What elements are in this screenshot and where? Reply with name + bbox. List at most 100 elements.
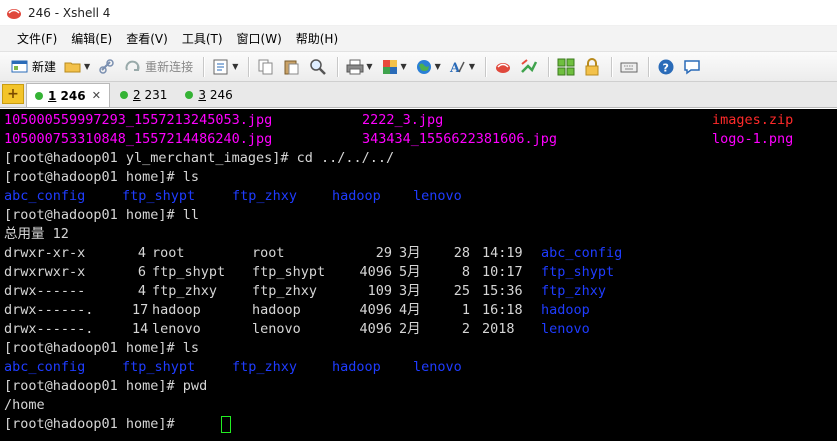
ll-group: ftp_zhxy	[252, 283, 318, 299]
menu-view[interactable]: 查看(V)	[119, 26, 175, 52]
ll-name: hadoop	[541, 302, 590, 318]
xshell-icon	[6, 5, 22, 21]
xftp-icon	[494, 58, 512, 76]
toolbar-separator	[248, 56, 250, 77]
reconnect-button[interactable]: 重新连接	[121, 55, 196, 79]
menu-edit[interactable]: 编辑(E)	[64, 26, 119, 52]
menu-file[interactable]: 文件(F)	[10, 26, 64, 52]
dir-entry: ftp_zhxy	[232, 188, 298, 204]
ll-day: 8	[461, 264, 470, 280]
help-button[interactable]: ?	[654, 55, 678, 79]
ll-user: root	[152, 245, 185, 261]
tab-session-2[interactable]: 2 231	[112, 83, 175, 107]
connected-status-icon	[120, 91, 128, 99]
terminal-line: [root@hadoop01 home]# ls	[4, 169, 200, 185]
ll-day: 25	[453, 283, 470, 299]
keyboard-button[interactable]	[617, 55, 641, 79]
print-button[interactable]: ▼	[343, 55, 375, 79]
title-bar: 246 - Xshell 4	[0, 0, 837, 26]
disconnect-button[interactable]	[95, 55, 119, 79]
tab-label: 2 231	[133, 88, 168, 102]
ll-month: 3月	[399, 283, 421, 299]
terminal-line: 105000753310848_1557214486240.jpg 343434…	[4, 130, 793, 149]
find-icon	[309, 58, 327, 76]
globe-button[interactable]: ▼	[412, 55, 444, 79]
new-session-button[interactable]: 新建	[8, 55, 59, 79]
prompt-text: [root@hadoop01 home]#	[4, 416, 183, 432]
reconnect-icon	[124, 58, 142, 76]
print-icon	[346, 58, 364, 76]
layout-button[interactable]	[554, 55, 578, 79]
ll-perm: drwxr-xr-x	[4, 245, 86, 261]
terminal-line: [root@hadoop01 home]# pwd	[4, 378, 208, 394]
font-icon: A	[449, 58, 467, 76]
compose-button[interactable]	[517, 55, 541, 79]
link-icon	[98, 58, 116, 76]
ll-size: 29	[375, 245, 392, 261]
file-entry: logo-1.png	[712, 131, 794, 147]
ll-name: ftp_shypt	[541, 264, 615, 280]
ll-name: lenovo	[541, 321, 590, 337]
close-icon[interactable]: ✕	[92, 89, 101, 102]
ll-user: ftp_shypt	[152, 264, 226, 280]
ll-group: root	[252, 245, 285, 261]
menu-tools[interactable]: 工具(T)	[175, 26, 230, 52]
help-icon: ?	[657, 58, 675, 76]
ll-user: hadoop	[152, 302, 201, 318]
ll-time: 16:18	[482, 302, 523, 318]
terminal-line: /home	[4, 397, 45, 413]
terminal-line: [root@hadoop01 home]# ls	[4, 340, 200, 356]
terminal-line: [root@hadoop01 home]# ll	[4, 207, 200, 223]
properties-icon	[212, 58, 230, 76]
chat-button[interactable]	[680, 55, 704, 79]
tab-label: 1 246	[48, 88, 86, 103]
file-entry: 105000753310848_1557214486240.jpg	[4, 131, 273, 147]
paste-button[interactable]	[280, 55, 304, 79]
paste-icon	[283, 58, 301, 76]
ll-size: 4096	[359, 264, 392, 280]
terminal-line: 105000559997293_1557213245053.jpg 2222_3…	[4, 111, 793, 130]
lock-icon	[583, 57, 601, 76]
connected-status-icon	[35, 91, 43, 100]
chevron-down-icon: ▼	[366, 62, 373, 71]
menu-window[interactable]: 窗口(W)	[230, 26, 289, 52]
toolbar: 新建 ▼ 重新连接 ▼ ▼ ▼ ▼ A ▼ ?	[0, 52, 837, 82]
terminal-line: abc_config ftp_shypt ftp_zhxy hadoop len…	[4, 187, 462, 206]
menu-bar: 文件(F) 编辑(E) 查看(V) 工具(T) 窗口(W) 帮助(H)	[0, 26, 837, 52]
tab-session-3[interactable]: 3 246	[177, 83, 240, 107]
chevron-down-icon: ▼	[434, 62, 441, 71]
lock-button[interactable]	[580, 55, 604, 79]
toolbar-separator	[547, 56, 549, 77]
ll-user: lenovo	[152, 321, 201, 337]
copy-button[interactable]	[254, 55, 278, 79]
ll-links: 4	[137, 245, 146, 261]
ll-size: 4096	[359, 302, 392, 318]
chat-icon	[683, 58, 701, 76]
connected-status-icon	[185, 91, 194, 99]
globe-icon	[415, 58, 433, 76]
font-button[interactable]: A ▼	[446, 55, 478, 79]
dir-entry: ftp_zhxy	[232, 359, 298, 375]
file-entry: 105000559997293_1557213245053.jpg	[4, 112, 273, 128]
open-button[interactable]: ▼	[61, 55, 93, 79]
ll-time: 15:36	[482, 283, 523, 299]
tab-session-1[interactable]: 1 246 ✕	[26, 83, 110, 107]
terminal-line: 总用量 12	[4, 226, 69, 242]
ll-day: 28	[453, 245, 470, 261]
menu-help[interactable]: 帮助(H)	[289, 26, 345, 52]
toolbar-separator	[337, 56, 339, 77]
transfer-button[interactable]: ▼	[378, 55, 410, 79]
find-button[interactable]	[306, 55, 330, 79]
session-tab-bar: + 1 246 ✕ 2 231 3 246	[0, 82, 837, 108]
layout-icon	[557, 58, 575, 76]
ll-group: hadoop	[252, 302, 301, 318]
add-tab-button[interactable]: +	[2, 84, 24, 104]
properties-button[interactable]: ▼	[209, 55, 241, 79]
ll-group: ftp_shypt	[252, 264, 326, 280]
terminal-cursor	[221, 416, 231, 433]
xftp-button[interactable]	[491, 55, 515, 79]
terminal-screen[interactable]: 105000559997293_1557213245053.jpg 2222_3…	[0, 109, 837, 441]
ll-links: 4	[137, 283, 146, 299]
terminal-line: [root@hadoop01 yl_merchant_images]# cd .…	[4, 150, 395, 166]
ll-month: 3月	[399, 245, 421, 261]
